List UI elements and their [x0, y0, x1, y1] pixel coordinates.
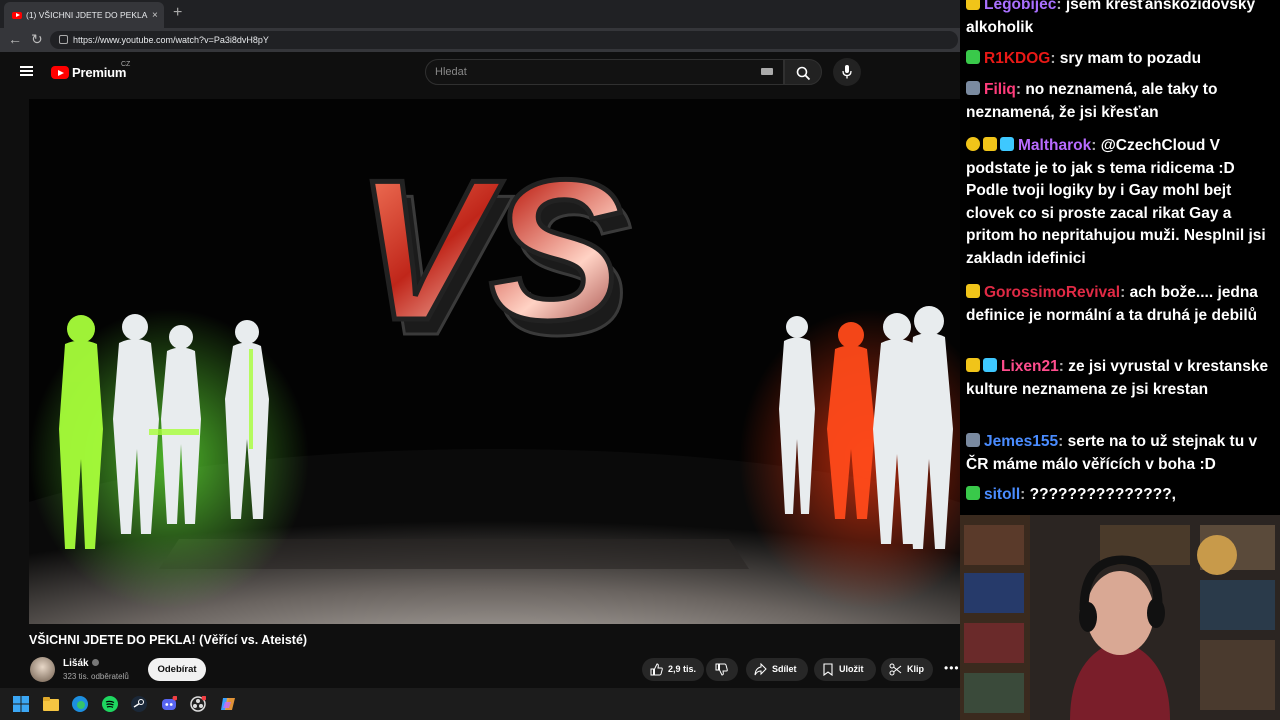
- bookmark-icon: [823, 663, 833, 676]
- discord-icon[interactable]: [161, 696, 177, 712]
- url-text: https://www.youtube.com/watch?v=Pa3i8dvH…: [73, 35, 269, 45]
- video-frame: VS VS: [29, 99, 960, 624]
- file-explorer-icon[interactable]: [43, 696, 59, 712]
- logo-text: Premium: [72, 65, 127, 80]
- clip-button[interactable]: Klip: [881, 658, 933, 681]
- url-field[interactable]: https://www.youtube.com/watch?v=Pa3i8dvH…: [50, 31, 958, 49]
- chat-message: Maltharok: @CzechCloud V podstate je to …: [966, 137, 1266, 267]
- sub-badge-icon: [966, 81, 980, 95]
- sub-badge-icon: [966, 50, 980, 64]
- chat-text: ???????????????,: [1025, 486, 1176, 503]
- youtube-header: Premium CZ Hledat: [0, 52, 960, 94]
- search-input[interactable]: Hledat: [425, 59, 784, 85]
- windows-taskbar: [0, 688, 960, 720]
- share-label: Sdílet: [772, 664, 797, 674]
- chat-message: R1KDOG: sry mam to pozadu: [966, 48, 1272, 71]
- steam-icon[interactable]: [131, 696, 147, 712]
- windows-start-icon[interactable]: [13, 696, 29, 712]
- stream-chat: Legobijec: jsem křesťanskožidovský alkoh…: [960, 0, 1280, 515]
- search-button[interactable]: [784, 59, 822, 85]
- thumbs-up-icon: [650, 663, 663, 676]
- sub-badge-icon: [966, 284, 980, 298]
- reload-icon[interactable]: ↻: [31, 31, 43, 48]
- webcam-feed: [960, 515, 1280, 720]
- chat-username[interactable]: R1KDOG: [984, 50, 1050, 67]
- prime-badge-icon: [983, 358, 997, 372]
- gift-badge-icon: [966, 137, 980, 151]
- webcam-frame: [960, 515, 1280, 720]
- copilot-icon[interactable]: [220, 696, 236, 712]
- share-icon: [754, 663, 767, 676]
- browser-tab[interactable]: (1) VŠICHNI JDETE DO PEKLA! (Věř ×: [4, 2, 164, 28]
- youtube-play-icon: [51, 66, 69, 79]
- sub-badge-icon: [966, 358, 980, 372]
- hamburger-menu-icon[interactable]: [20, 66, 33, 76]
- scissors-icon: [889, 663, 902, 676]
- site-info-icon[interactable]: [59, 35, 68, 44]
- spotify-icon[interactable]: [102, 696, 118, 712]
- vs-overlay-text: VS: [356, 139, 623, 362]
- like-count: 2,9 tis.: [668, 664, 697, 674]
- tab-title: (1) VŠICHNI JDETE DO PEKLA! (Věř: [26, 10, 148, 20]
- prime-badge-icon: [1000, 137, 1014, 151]
- chat-username[interactable]: Legobijec: [984, 0, 1056, 13]
- microphone-icon: [842, 65, 852, 79]
- sub-badge-icon: [966, 0, 980, 10]
- sub-badge-icon: [966, 486, 980, 500]
- share-button[interactable]: Sdílet: [746, 658, 808, 681]
- like-button[interactable]: 2,9 tis.: [642, 658, 704, 681]
- chat-message: Filiq: no neznamená, ale taky to nezname…: [966, 81, 1218, 121]
- save-button[interactable]: Uložit: [814, 658, 876, 681]
- chat-username[interactable]: sitoll: [984, 486, 1020, 503]
- logo-region: CZ: [121, 61, 131, 68]
- chat-message: Legobijec: jsem křesťanskožidovský alkoh…: [966, 0, 1272, 39]
- obs-icon[interactable]: [190, 696, 206, 712]
- subscriber-count: 323 tis. odběratelů: [63, 672, 129, 681]
- thumbs-down-icon: [715, 663, 728, 676]
- chat-message: Lixen21: ze jsi vyrustal v krestanske ku…: [966, 358, 1269, 398]
- edge-browser-icon[interactable]: [72, 696, 88, 712]
- back-arrow-icon[interactable]: ←: [8, 31, 22, 47]
- voice-search-button[interactable]: [833, 58, 861, 86]
- chat-username[interactable]: Filiq: [984, 81, 1016, 98]
- channel-name-text: Lišák: [63, 658, 89, 669]
- youtube-favicon-icon: [12, 11, 22, 19]
- chat-message: sitoll: ???????????????,: [966, 484, 1272, 507]
- keyboard-icon[interactable]: [761, 68, 773, 75]
- clip-label: Klip: [907, 664, 924, 674]
- video-title: VŠICHNI JDETE DO PEKLA! (Věřící vs. Atei…: [29, 633, 308, 647]
- search-icon: [796, 66, 811, 81]
- chat-username[interactable]: GorossimoRevival: [984, 284, 1120, 301]
- tab-close-icon[interactable]: ×: [152, 10, 158, 21]
- channel-avatar[interactable]: [30, 657, 55, 682]
- chat-text: sry mam to pozadu: [1055, 50, 1202, 67]
- channel-name[interactable]: Lišák: [63, 658, 99, 669]
- verified-icon: [91, 659, 99, 666]
- address-bar: ← ↻ https://www.youtube.com/watch?v=Pa3i…: [0, 28, 960, 52]
- more-actions-button[interactable]: •••: [944, 661, 960, 675]
- video-player[interactable]: VS VS: [29, 99, 960, 624]
- sub-badge-icon: [983, 137, 997, 151]
- save-label: Uložit: [839, 664, 864, 674]
- subscribe-button[interactable]: Odebírat: [148, 658, 206, 681]
- chat-username[interactable]: Jemes155: [984, 433, 1058, 450]
- chat-message: Jemes155: serte na to už stejnak tu v ČR…: [966, 433, 1258, 473]
- chat-username[interactable]: Maltharok: [1018, 137, 1091, 154]
- chat-message: GorossimoRevival: ach bože.... jedna def…: [966, 284, 1258, 324]
- browser-tab-bar: (1) VŠICHNI JDETE DO PEKLA! (Věř × +: [0, 0, 960, 28]
- sub-badge-icon: [966, 433, 980, 447]
- chat-username[interactable]: Lixen21: [1001, 358, 1059, 375]
- dislike-button[interactable]: [706, 658, 738, 681]
- chat-text: @CzechCloud V podstate je to jak s tema …: [966, 137, 1266, 267]
- new-tab-button[interactable]: +: [173, 4, 182, 22]
- youtube-logo[interactable]: Premium CZ: [51, 61, 130, 80]
